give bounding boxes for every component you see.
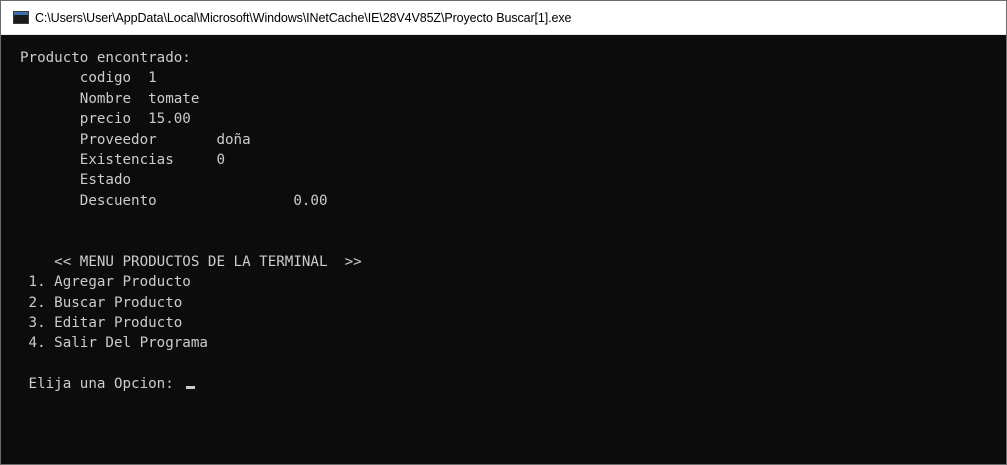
- menu-option-salir: 4. Salir Del Programa: [20, 335, 208, 352]
- menu-option-editar: 3. Editar Producto: [20, 315, 183, 332]
- field-estado: Estado: [20, 172, 132, 189]
- field-proveedor: Proveedor doña: [20, 131, 251, 148]
- menu-option-agregar: 1. Agregar Producto: [20, 274, 191, 291]
- console-output[interactable]: Producto encontrado: codigo 1 Nombre tom…: [1, 36, 1006, 464]
- field-nombre: Nombre tomate: [20, 90, 200, 107]
- console-app-icon: [13, 11, 29, 24]
- field-existencias: Existencias 0: [20, 151, 225, 168]
- title-bar[interactable]: C:\Users\User\AppData\Local\Microsoft\Wi…: [1, 1, 1006, 35]
- field-precio: precio 15.00: [20, 111, 191, 128]
- text-cursor: [186, 386, 196, 390]
- prompt-line[interactable]: Elija una Opcion:: [20, 374, 1006, 394]
- field-descuento: Descuento 0.00: [20, 192, 328, 209]
- menu-title: << MENU PRODUCTOS DE LA TERMINAL >>: [20, 253, 362, 270]
- console-window: C:\Users\User\AppData\Local\Microsoft\Wi…: [0, 0, 1007, 465]
- menu-option-buscar: 2. Buscar Producto: [20, 294, 183, 311]
- prompt-text: Elija una Opcion:: [20, 376, 183, 393]
- field-codigo: codigo 1: [20, 70, 157, 87]
- result-header: Producto encontrado:: [20, 50, 191, 66]
- window-title: C:\Users\User\AppData\Local\Microsoft\Wi…: [35, 10, 572, 25]
